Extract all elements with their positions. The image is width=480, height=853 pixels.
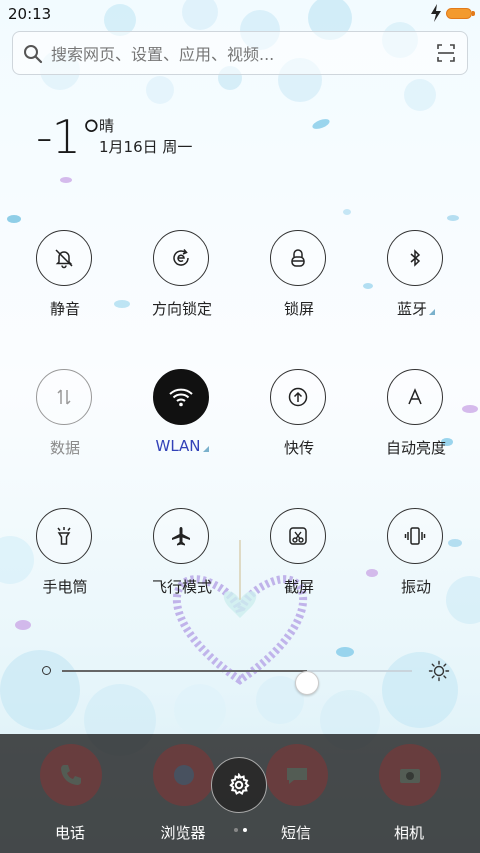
status-bar: 20:13 [0,0,480,28]
toggle-silent[interactable]: 静音 [15,230,115,330]
auto-brightness-icon [408,388,422,405]
toggle-circle[interactable] [153,230,209,286]
toggle-circle[interactable] [36,369,92,425]
toggle-label-text: 蓝牙 [396,300,427,318]
bell-off-icon [55,249,73,269]
toggle-label: 蓝牙 [366,298,466,319]
app-label: 相机 [393,824,424,842]
camera-glyph [400,769,420,783]
toggle-wlan[interactable]: WLAN [132,369,232,469]
browser-icon[interactable] [153,744,215,806]
globe-glyph [174,765,194,785]
toggle-circle[interactable] [270,230,326,286]
toggle-label: WLAN [132,437,232,455]
battery-tip [472,11,475,16]
toggle-vibrate[interactable]: 振动 [366,508,466,608]
toggle-rotation-lock[interactable]: 方向锁定 [132,230,232,330]
brightness-low-icon [42,666,51,675]
toggle-circle[interactable] [153,508,209,564]
more-settings-indicator [429,309,435,315]
airplane-icon [172,527,190,546]
brightness-track[interactable] [62,670,412,695]
dock-app-camera[interactable]: 相机 [359,734,459,844]
camera-icon[interactable] [379,744,441,806]
toggle-label: 数据 [49,439,80,457]
brightness-fill [62,670,307,672]
toggle-flashlight[interactable]: 手电筒 [15,508,115,608]
toggle-label: 截屏 [283,578,314,596]
search-icon [24,45,43,64]
vibrate-icon [404,527,426,545]
toggle-label-text: WLAN [155,437,201,455]
brightness-high-icon [428,660,450,682]
brightness-slider[interactable] [40,658,450,695]
toggle-screenshot[interactable]: 截屏 [249,508,349,608]
toggle-circle[interactable] [387,369,443,425]
dock-app-phone[interactable]: 电话 [20,734,120,844]
toggle-circle[interactable] [36,230,92,286]
gear-icon [229,773,250,795]
toggle-circle[interactable] [270,369,326,425]
flashlight-icon [57,527,71,545]
toggle-label: 方向锁定 [151,300,212,318]
charging-icon [431,4,441,22]
toggle-label: 飞行模式 [151,578,212,596]
toggle-label: 锁屏 [283,300,314,318]
settings-button[interactable] [211,757,267,813]
toggle-mobile-data[interactable]: 数据 [15,369,115,469]
screenshot-icon [289,527,307,545]
chat-glyph [287,768,307,784]
battery-icon [446,8,472,19]
scan-icon[interactable] [437,44,455,62]
weather-condition: 晴 [99,117,115,135]
wifi-icon [169,388,193,407]
messages-icon[interactable] [266,744,328,806]
toggle-label: 快传 [283,439,314,457]
phone-glyph [61,765,81,785]
toggle-auto-brightness[interactable]: 自动亮度 [366,369,466,469]
toggle-lock-screen[interactable]: 锁屏 [249,230,349,330]
toggle-label: 自动亮度 [385,439,446,457]
page-dot [234,828,238,832]
toggle-airplane-mode[interactable]: 飞行模式 [132,508,232,608]
lock-icon [291,249,305,267]
app-label: 短信 [280,824,311,842]
more-settings-indicator [202,446,209,452]
toggle-bluetooth[interactable]: 蓝牙 [366,230,466,330]
toggle-circle[interactable] [270,508,326,564]
app-label: 电话 [54,824,85,842]
page-dot-active [243,828,247,832]
toggle-circle[interactable] [387,230,443,286]
app-label: 浏览器 [160,824,206,842]
temperature: -1° [36,110,103,164]
search-bar[interactable] [12,31,468,75]
toggle-label: 手电筒 [42,578,88,596]
data-icon [57,389,71,405]
toggle-circle[interactable] [387,508,443,564]
page-indicator [232,826,252,834]
toggle-circle[interactable] [36,508,92,564]
toggle-label: 振动 [400,578,431,596]
toggle-label: 静音 [49,300,80,318]
clock: 20:13 [8,5,52,23]
weather-date: 1月16日 周一 [99,138,193,156]
brightness-thumb[interactable] [295,671,319,695]
rotation-lock-icon [173,249,189,266]
upload-icon [288,387,308,407]
toggle-quick-transfer[interactable]: 快传 [249,369,349,469]
phone-icon[interactable] [40,744,102,806]
toggle-circle[interactable] [153,369,209,425]
bluetooth-icon [410,249,421,267]
search-input[interactable] [49,40,433,68]
